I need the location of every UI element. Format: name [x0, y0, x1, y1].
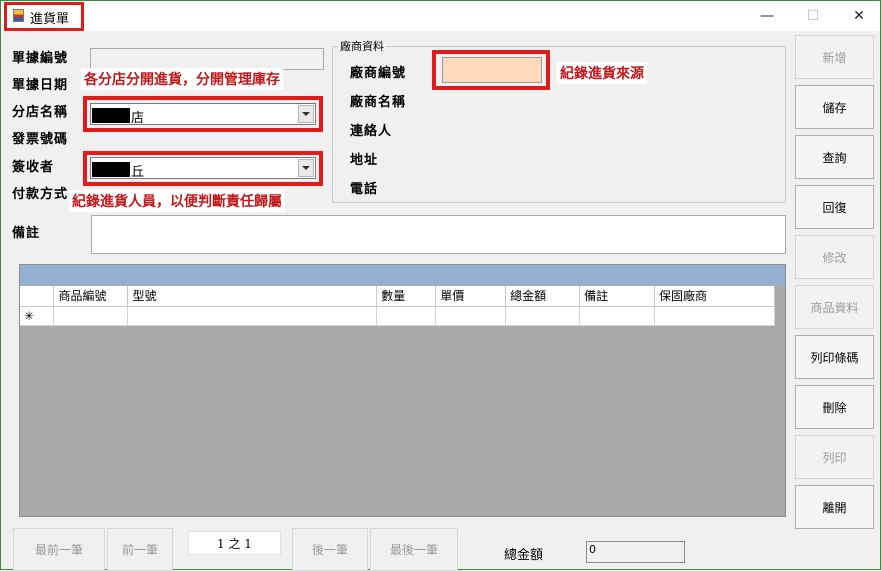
- branch-label: 分店名稱: [12, 105, 69, 120]
- supplier-group-title: 廠商資料: [338, 38, 386, 54]
- next-record-button[interactable]: 後一筆: [292, 528, 368, 571]
- title-highlight-box: [4, 2, 84, 31]
- restore-button[interactable]: 回復: [795, 185, 874, 229]
- new-row-icon: ✳: [20, 306, 55, 326]
- purchase-order-window: 進貨單 — ☐ ✕ 單據編號 單據日期 分店名稱 發票號碼 簽收者 付款方式 備…: [0, 0, 881, 571]
- branch-annotation: 各分店分開進貨，分開管理庫存: [81, 68, 283, 90]
- table-cell[interactable]: [53, 306, 129, 326]
- supplier-highlight-box: [432, 50, 550, 90]
- product-info-button[interactable]: 商品資料: [795, 285, 874, 329]
- minimize-button[interactable]: —: [744, 1, 790, 31]
- last-record-button[interactable]: 最後一筆: [370, 528, 458, 571]
- table-cell[interactable]: [579, 306, 656, 326]
- print-barcode-button[interactable]: 列印條碼: [795, 335, 874, 379]
- column-header-total-amount[interactable]: 總金額: [505, 286, 581, 307]
- column-header-row-marker[interactable]: [20, 286, 55, 307]
- phone-label: 電話: [350, 182, 379, 197]
- add-button[interactable]: 新增: [795, 35, 874, 79]
- save-button[interactable]: 儲存: [795, 85, 874, 129]
- receiver-annotation: 紀錄進貨人員，以便判斷責任歸屬: [69, 190, 285, 212]
- table-row-new[interactable]: ✳: [20, 306, 775, 326]
- receiver-label: 簽收者: [12, 160, 55, 175]
- close-button[interactable]: ✕: [836, 1, 881, 31]
- doc-date-label: 單據日期: [12, 78, 69, 93]
- delete-button[interactable]: 刪除: [795, 385, 874, 429]
- table-cell[interactable]: [435, 306, 507, 326]
- prev-record-button[interactable]: 前一筆: [107, 528, 173, 571]
- column-header-unit-price[interactable]: 單價: [435, 286, 507, 307]
- receiver-highlight-box: [83, 151, 323, 186]
- supplier-name-label: 廠商名稱: [350, 95, 407, 110]
- column-header-model[interactable]: 型號: [127, 286, 378, 307]
- remark-label: 備註: [12, 226, 41, 241]
- total-amount-field: 0: [586, 541, 685, 563]
- contact-label: 連絡人: [350, 124, 393, 139]
- exit-button[interactable]: 離開: [795, 485, 874, 529]
- items-table: 商品編號 型號 數量 單價 總金額 備註 保固廠商 ✳: [20, 286, 775, 326]
- first-record-button[interactable]: 最前一筆: [13, 528, 105, 571]
- remark-field[interactable]: [91, 215, 786, 254]
- branch-highlight-box: [83, 96, 323, 132]
- supplier-annotation: 紀錄進貨來源: [557, 62, 647, 84]
- doc-no-field[interactable]: [90, 48, 324, 70]
- grid-caption-bar: [20, 265, 785, 285]
- column-header-quantity[interactable]: 數量: [376, 286, 437, 307]
- maximize-icon: ☐: [806, 8, 820, 24]
- print-button[interactable]: 列印: [795, 435, 874, 479]
- payment-label: 付款方式: [12, 187, 69, 202]
- query-button[interactable]: 查詢: [795, 135, 874, 179]
- maximize-button[interactable]: ☐: [790, 1, 836, 31]
- address-label: 地址: [350, 153, 379, 168]
- minimize-icon: —: [760, 8, 774, 24]
- table-cell[interactable]: [505, 306, 581, 326]
- table-cell[interactable]: [127, 306, 378, 326]
- column-header-remark[interactable]: 備註: [579, 286, 656, 307]
- table-cell[interactable]: [654, 306, 775, 326]
- title-bar: 進貨單 — ☐ ✕: [1, 1, 880, 31]
- close-icon: ✕: [853, 8, 865, 24]
- edit-button[interactable]: 修改: [795, 235, 874, 279]
- total-amount-label: 總金額: [504, 548, 544, 563]
- page-indicator: 1 之 1: [188, 531, 281, 555]
- column-header-product-code[interactable]: 商品編號: [53, 286, 129, 307]
- doc-no-label: 單據編號: [12, 51, 69, 66]
- column-header-warranty-vendor[interactable]: 保固廠商: [654, 286, 775, 307]
- items-grid[interactable]: 商品編號 型號 數量 單價 總金額 備註 保固廠商 ✳: [19, 264, 786, 517]
- table-cell[interactable]: [376, 306, 437, 326]
- supplier-code-label: 廠商編號: [350, 66, 407, 81]
- invoice-label: 發票號碼: [12, 132, 69, 147]
